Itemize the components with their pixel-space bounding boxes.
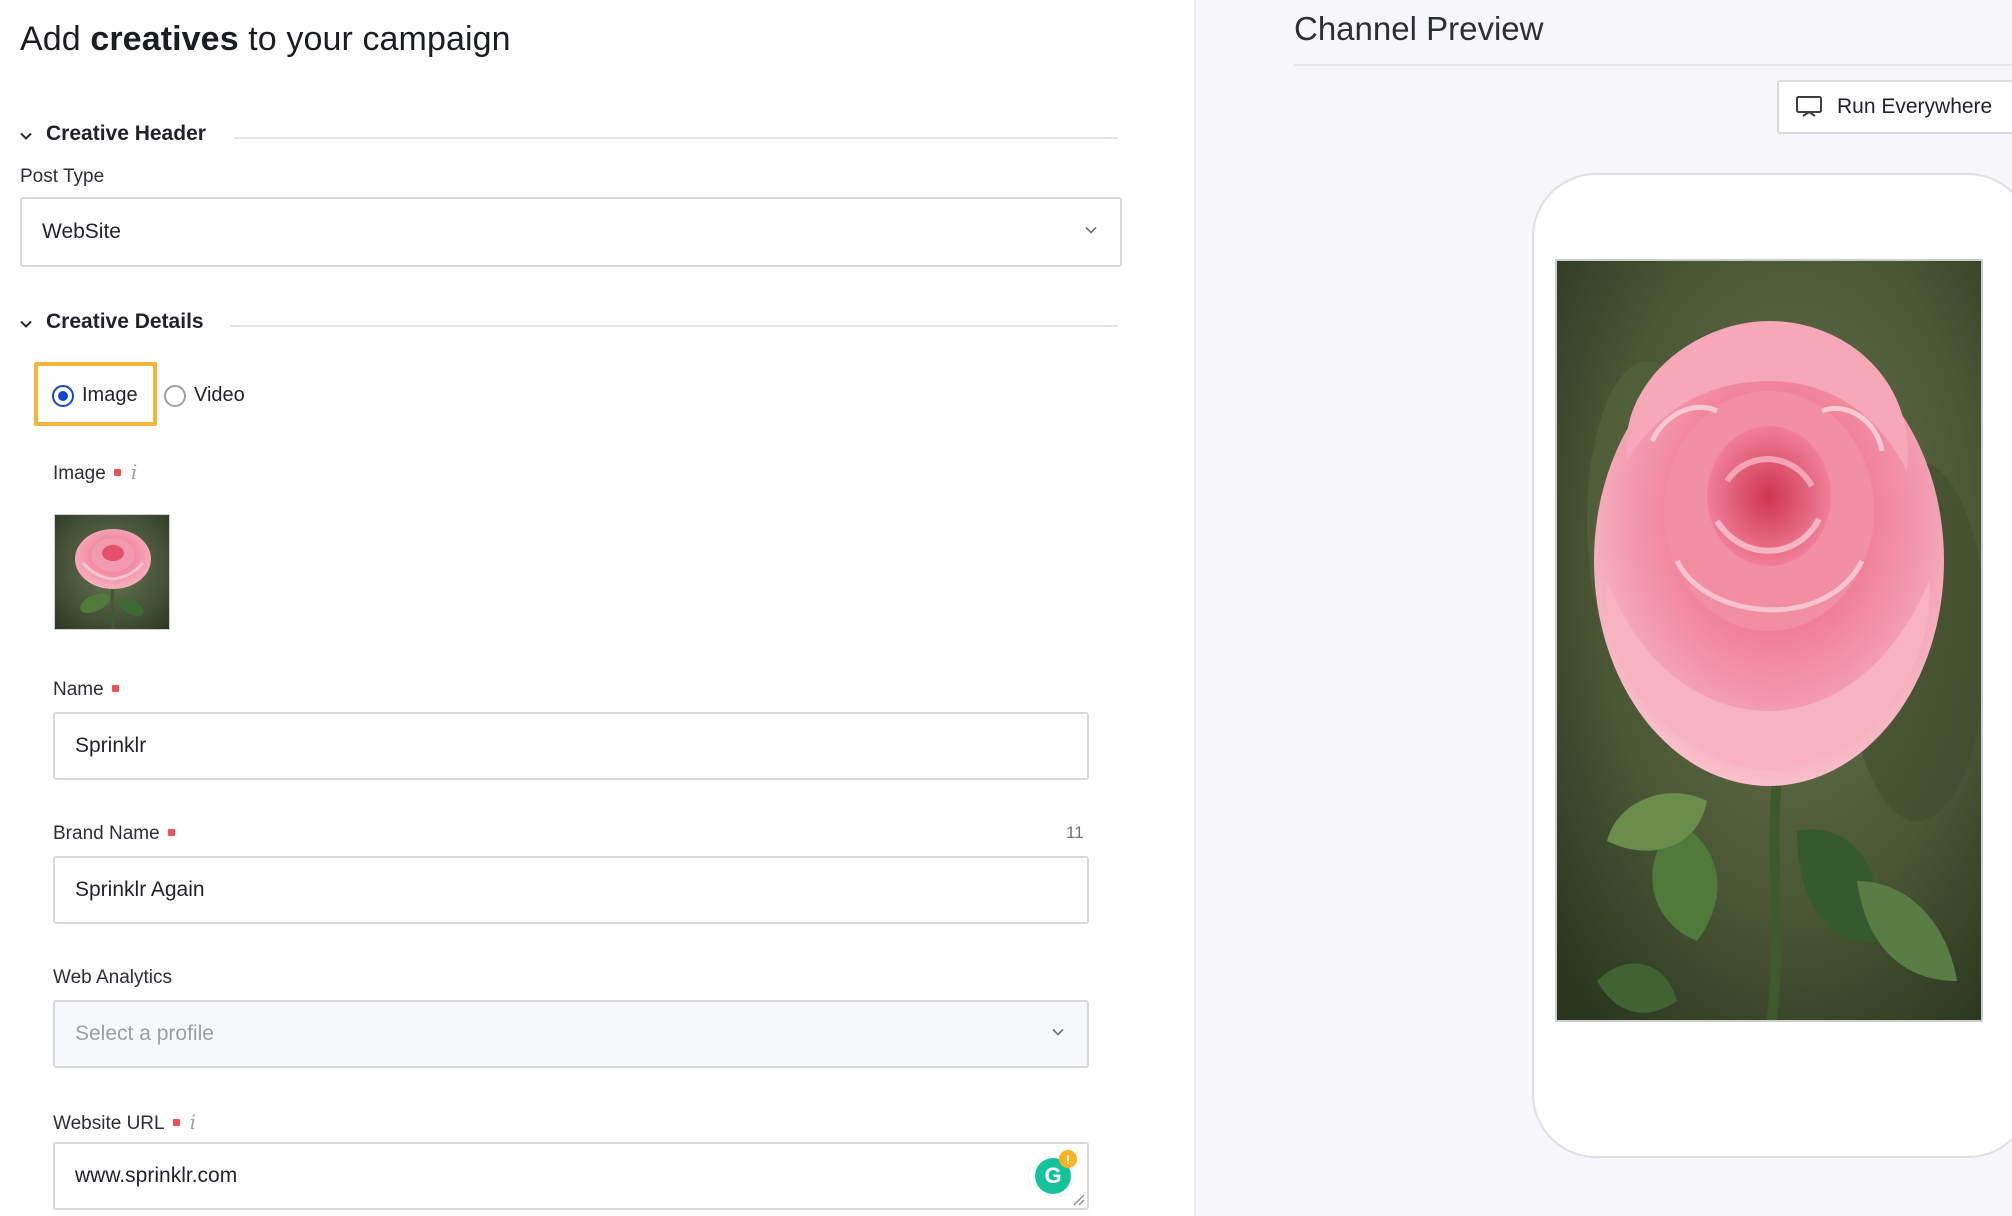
- monitor-icon: [1796, 96, 1822, 117]
- brand-name-label: Brand Name: [53, 823, 175, 845]
- section-divider: [234, 137, 1118, 139]
- preview-divider: [1294, 64, 2012, 66]
- info-icon[interactable]: i: [131, 460, 137, 484]
- required-marker: [167, 829, 175, 837]
- website-url-label: Website URL i: [53, 1110, 196, 1134]
- rose-image: [1557, 261, 1981, 1020]
- radio-image-label: Image: [82, 384, 138, 406]
- website-url-input[interactable]: www.sprinklr.com G !: [53, 1142, 1089, 1210]
- post-type-value: WebSite: [42, 220, 121, 243]
- brand-name-value: Sprinklr Again: [75, 878, 205, 901]
- web-analytics-label: Web Analytics: [53, 967, 172, 988]
- radio-checked-icon[interactable]: [52, 384, 74, 407]
- radio-unchecked-icon[interactable]: [164, 384, 186, 407]
- grammarly-icon[interactable]: G !: [1035, 1150, 1077, 1194]
- character-counter: 11: [1066, 823, 1084, 842]
- run-everywhere-label: Run Everywhere: [1837, 95, 1993, 118]
- page-title: Add creatives to your campaign: [20, 20, 511, 58]
- required-marker: [113, 469, 121, 477]
- image-thumbnail[interactable]: [54, 514, 170, 630]
- web-analytics-placeholder: Select a profile: [75, 1022, 214, 1045]
- section-creative-header[interactable]: Creative Header: [18, 122, 1118, 156]
- chevron-down-icon[interactable]: [18, 316, 34, 332]
- radio-video-label: Video: [194, 384, 245, 406]
- radio-image[interactable]: Image: [52, 384, 138, 407]
- rose-image: [55, 515, 169, 629]
- preview-title: Channel Preview: [1294, 10, 1544, 47]
- section-title: Creative Header: [46, 122, 206, 145]
- radio-video[interactable]: Video: [164, 384, 245, 407]
- section-divider: [230, 325, 1118, 327]
- name-value: Sprinklr: [75, 734, 147, 757]
- required-marker: [172, 1119, 180, 1127]
- name-label: Name: [53, 679, 119, 701]
- chevron-down-icon[interactable]: [18, 128, 34, 144]
- chevron-down-icon: [1052, 1028, 1064, 1036]
- preview-image: [1555, 259, 1983, 1022]
- image-label: Image i: [53, 460, 138, 484]
- creative-form-panel: Add creatives to your campaign Creative …: [0, 0, 1194, 1216]
- post-type-label: Post Type: [20, 166, 105, 187]
- brand-name-input[interactable]: Sprinklr Again: [53, 856, 1089, 924]
- website-url-value: www.sprinklr.com: [75, 1164, 238, 1187]
- required-marker: [111, 685, 119, 693]
- run-everywhere-button[interactable]: Run Everywhere: [1777, 80, 2012, 134]
- section-creative-details[interactable]: Creative Details: [18, 310, 1118, 344]
- section-title: Creative Details: [46, 310, 204, 333]
- web-analytics-select[interactable]: Select a profile: [53, 1000, 1089, 1068]
- channel-preview-panel: Channel Preview Run Everywhere: [1196, 0, 2012, 1216]
- info-icon[interactable]: i: [190, 1110, 196, 1134]
- resize-handle-icon[interactable]: [1071, 1192, 1085, 1206]
- grammarly-alert-badge: !: [1059, 1150, 1077, 1168]
- chevron-down-icon: [1085, 226, 1097, 234]
- post-type-select[interactable]: WebSite: [20, 197, 1122, 267]
- name-input[interactable]: Sprinklr: [53, 712, 1089, 780]
